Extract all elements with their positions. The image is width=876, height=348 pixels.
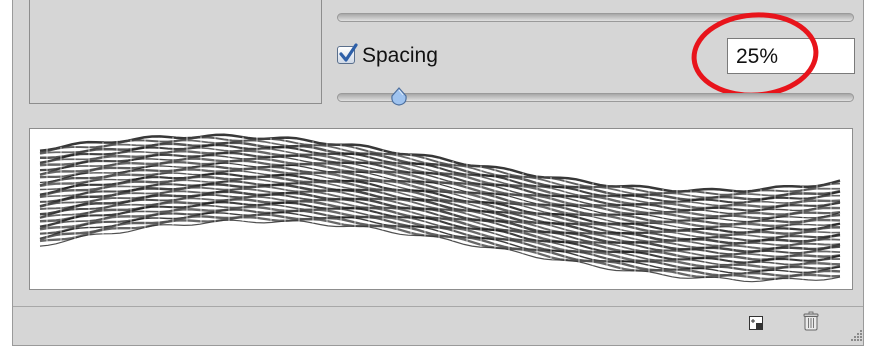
spacing-checkbox[interactable] bbox=[337, 43, 358, 64]
brush-tip-panel: Spacing 25% bbox=[12, 0, 864, 346]
spacing-label: Spacing bbox=[362, 44, 438, 67]
new-preset-icon[interactable] bbox=[748, 315, 764, 331]
resize-grip-icon[interactable] bbox=[849, 328, 863, 342]
brush-tip-list-area[interactable] bbox=[29, 0, 322, 104]
brush-stroke-preview bbox=[29, 128, 853, 290]
spacing-value-field[interactable]: 25% bbox=[727, 38, 855, 74]
spacing-slider-thumb[interactable] bbox=[390, 87, 408, 106]
top-slider-track[interactable] bbox=[337, 13, 854, 22]
brush-stroke-preview-image bbox=[39, 133, 841, 283]
spacing-slider-track[interactable] bbox=[337, 93, 854, 102]
checkmark-icon bbox=[339, 43, 358, 62]
trash-icon[interactable] bbox=[802, 311, 820, 331]
footer-divider bbox=[13, 306, 863, 307]
